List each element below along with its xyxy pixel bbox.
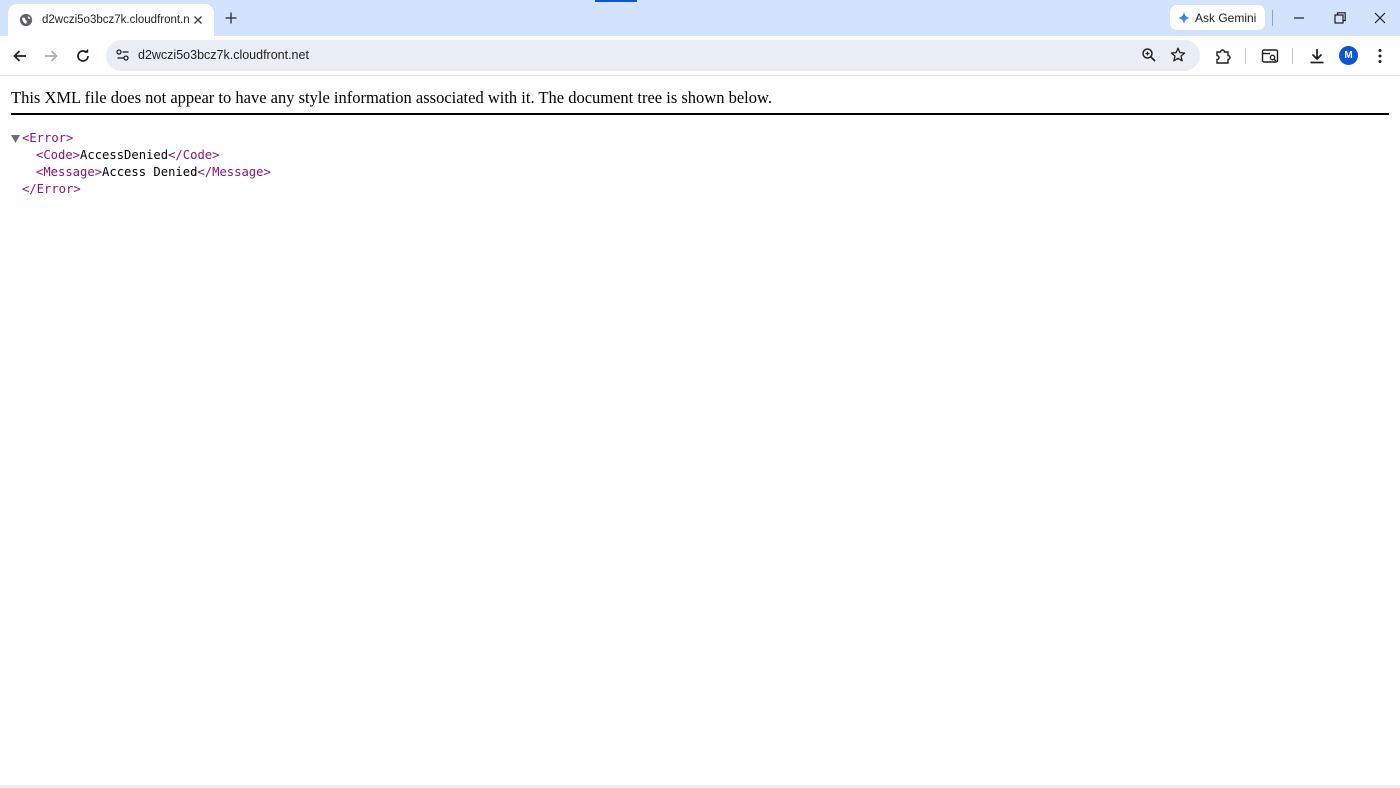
browser-toolbar: d2wczi5o3bcz7k.cloudfront.net M (0, 36, 1400, 76)
gemini-spark-icon (1177, 10, 1191, 25)
xml-message-value: Access Denied (102, 165, 198, 179)
xml-code-close-tag: </Code> (168, 148, 220, 162)
xml-error-open-tag: <Error> (22, 131, 74, 145)
strip-divider (1272, 10, 1273, 26)
xml-document-tree: <Error> <Code> AccessDenied </Code> <Messa… (11, 130, 271, 198)
xml-style-info-message: This XML file does not appear to have an… (11, 88, 772, 107)
active-tab[interactable]: d2wczi5o3bcz7k.cloudfront.net (8, 4, 214, 36)
close-window-icon[interactable] (1371, 9, 1389, 27)
forward-arrow-icon[interactable] (41, 46, 61, 66)
collapse-triangle-icon[interactable] (11, 130, 22, 147)
tab-strip: d2wczi5o3bcz7k.cloudfront.net Ask Gemini (0, 0, 1400, 36)
toolbar-divider (1245, 48, 1246, 64)
reload-icon[interactable] (73, 46, 93, 66)
minimize-icon[interactable] (1290, 9, 1308, 27)
tab-title: d2wczi5o3bcz7k.cloudfront.net (42, 14, 190, 26)
xml-code-open-tag: <Code> (36, 148, 81, 162)
tab-strip-indicator (595, 0, 637, 2)
address-url[interactable]: d2wczi5o3bcz7k.cloudfront.net (138, 48, 309, 62)
ask-gemini-label: Ask Gemini (1195, 10, 1257, 25)
tab-search-icon[interactable] (1260, 46, 1280, 66)
toolbar-divider (1292, 48, 1293, 64)
new-tab-icon[interactable] (222, 9, 240, 27)
ask-gemini-button[interactable]: Ask Gemini (1170, 5, 1265, 30)
globe-icon (19, 13, 33, 27)
profile-avatar[interactable]: M (1339, 46, 1358, 65)
address-bar[interactable]: d2wczi5o3bcz7k.cloudfront.net (106, 40, 1200, 71)
close-tab-icon[interactable] (190, 12, 206, 28)
xml-code-value: AccessDenied (80, 148, 169, 162)
xml-message-close-tag: </Message> (197, 165, 271, 179)
back-arrow-icon[interactable] (10, 46, 30, 66)
restore-icon[interactable] (1331, 9, 1349, 27)
info-divider (11, 113, 1389, 115)
xml-error-open-line[interactable]: <Error> (11, 130, 271, 147)
xml-error-close-line: </Error> (11, 181, 271, 198)
bookmark-star-icon[interactable] (1169, 46, 1187, 64)
more-menu-icon[interactable] (1370, 46, 1390, 66)
download-icon[interactable] (1307, 46, 1327, 66)
xml-message-line: <Message> Access Denied </Message> (11, 164, 271, 181)
page-content: This XML file does not appear to have an… (0, 77, 1400, 788)
zoom-icon[interactable] (1140, 46, 1158, 64)
extensions-puzzle-icon[interactable] (1213, 46, 1233, 66)
xml-code-line: <Code> AccessDenied </Code> (11, 147, 271, 164)
site-info-icon[interactable] (114, 46, 132, 64)
xml-message-open-tag: <Message> (36, 165, 103, 179)
xml-error-close-tag: </Error> (22, 182, 81, 196)
